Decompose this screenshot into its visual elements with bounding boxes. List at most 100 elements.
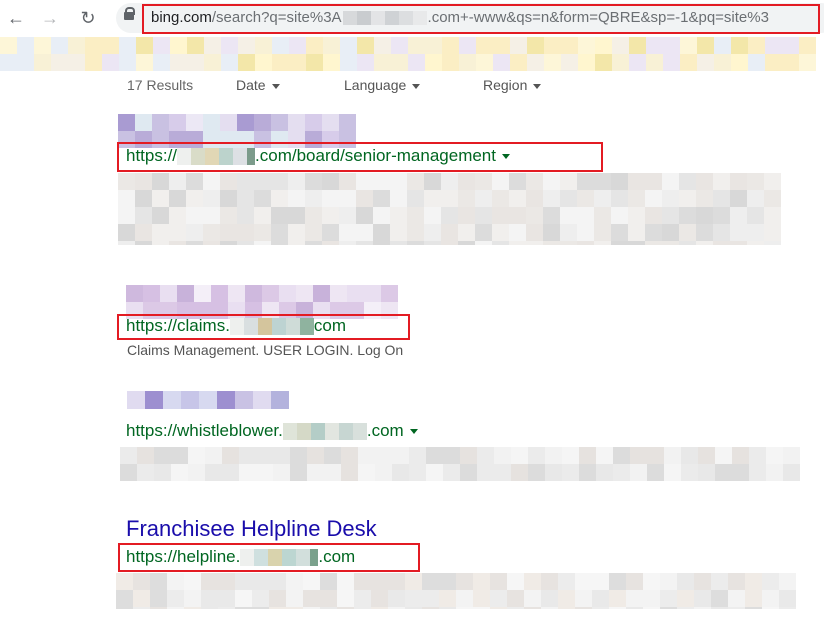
redaction-pixel [664,447,681,464]
redaction-pixel [628,224,645,241]
redaction-pixel [460,464,477,481]
redaction-pixel [611,207,628,224]
redaction-pixel [459,37,476,54]
redaction-pixel [288,190,305,207]
redaction-pixel [643,607,660,609]
result-title-4[interactable]: Franchisee Helpline Desk [126,516,377,542]
redaction-pixel [186,207,203,224]
redaction-pixel [133,573,150,590]
redaction-pixel [490,607,507,609]
redaction-pixel [407,224,424,241]
redaction-pixel [136,54,153,71]
redaction-pixel [664,464,681,481]
redaction-pixel [492,190,509,207]
redaction-pixel [228,285,245,302]
chevron-down-icon[interactable] [409,429,418,435]
redaction-pixel [713,207,730,224]
redaction-pixel [764,207,781,224]
redaction-pixel [391,37,408,54]
redaction-pixel [373,207,390,224]
arrow-left-icon[interactable]: ← [2,4,30,32]
redaction-pixel [645,173,662,190]
redaction-pixel [152,173,169,190]
chevron-down-icon [533,83,542,89]
redaction-pixel [51,54,68,71]
redaction-pixel [254,224,271,241]
redaction-pixel [337,607,354,609]
redaction-pixel [170,37,187,54]
redaction-pixel [392,447,409,464]
redaction-pixel [645,241,662,245]
redaction-pixel [628,241,645,245]
arrow-right-icon[interactable]: → [36,4,64,32]
redaction-pixel [245,285,262,302]
redaction-pixel [262,285,279,302]
redaction-pixel [473,573,490,590]
redaction-pixel [288,241,305,245]
lock-icon[interactable] [124,7,135,20]
redaction-pixel [663,37,680,54]
redaction-pixel [732,464,749,481]
redaction-pixel [643,573,660,590]
result-url-3[interactable]: https://whistleblower. .com [126,421,418,441]
redaction-pixel [596,464,613,481]
redaction-pixel [426,447,443,464]
redaction-pixel [339,114,356,131]
reload-icon[interactable]: ↻ [74,4,102,32]
redaction-pixel [679,207,696,224]
redaction-pixel [558,573,575,590]
redaction-pixel [322,173,339,190]
redaction-pixel [594,241,611,245]
redaction-pixel [592,590,609,607]
url-highlight-box [117,314,410,340]
redaction-pixel [660,573,677,590]
redaction-pixel [239,447,256,464]
redaction-pixel [629,37,646,54]
redaction-pixel [201,573,218,590]
redaction-pixel [490,573,507,590]
region-filter[interactable]: Region [483,77,542,93]
redaction-pixel [476,54,493,71]
redaction-pixel [153,37,170,54]
redaction-pixel [422,590,439,607]
redaction-pixel [320,573,337,590]
redaction-pixel [220,224,237,241]
redaction-pixel [150,607,167,609]
redaction-pixel [713,224,730,241]
redaction-pixel [592,607,609,609]
redaction-pixel [730,207,747,224]
redaction-pixel [507,607,524,609]
redaction-pixel [252,607,269,609]
redaction-pixel [375,464,392,481]
redaction-pixel [558,590,575,607]
redaction-pixel [188,447,205,464]
redaction-pixel [286,590,303,607]
redaction-pixel [628,190,645,207]
redaction-pixel [126,285,143,302]
redaction-pixel [492,241,509,245]
redaction-pixel [730,190,747,207]
redaction-pixel [626,573,643,590]
redaction-pixel [254,207,271,224]
redaction-pixel [510,54,527,71]
redaction-pixel [711,590,728,607]
redaction-pixel [118,173,135,190]
redaction-pixel [696,224,713,241]
redaction-pixel [169,190,186,207]
browser-toolbar: ← → ↻ bing.com/search?q=site%3A .com+-www… [0,0,824,36]
redaction-pixel [187,37,204,54]
date-filter[interactable]: Date [236,77,280,93]
redaction-pixel [475,207,492,224]
redaction-pixel [373,173,390,190]
redaction-pixel [578,37,595,54]
redaction-pixel [238,54,255,71]
redaction-pixel [527,37,544,54]
redaction-pixel [320,590,337,607]
redaction-pixel [697,54,714,71]
redaction-pixel [169,224,186,241]
redaction-pixel [560,190,577,207]
redaction-pixel [613,464,630,481]
redaction-pixel [356,207,373,224]
language-filter[interactable]: Language [344,77,421,93]
redaction-pixel [118,190,135,207]
